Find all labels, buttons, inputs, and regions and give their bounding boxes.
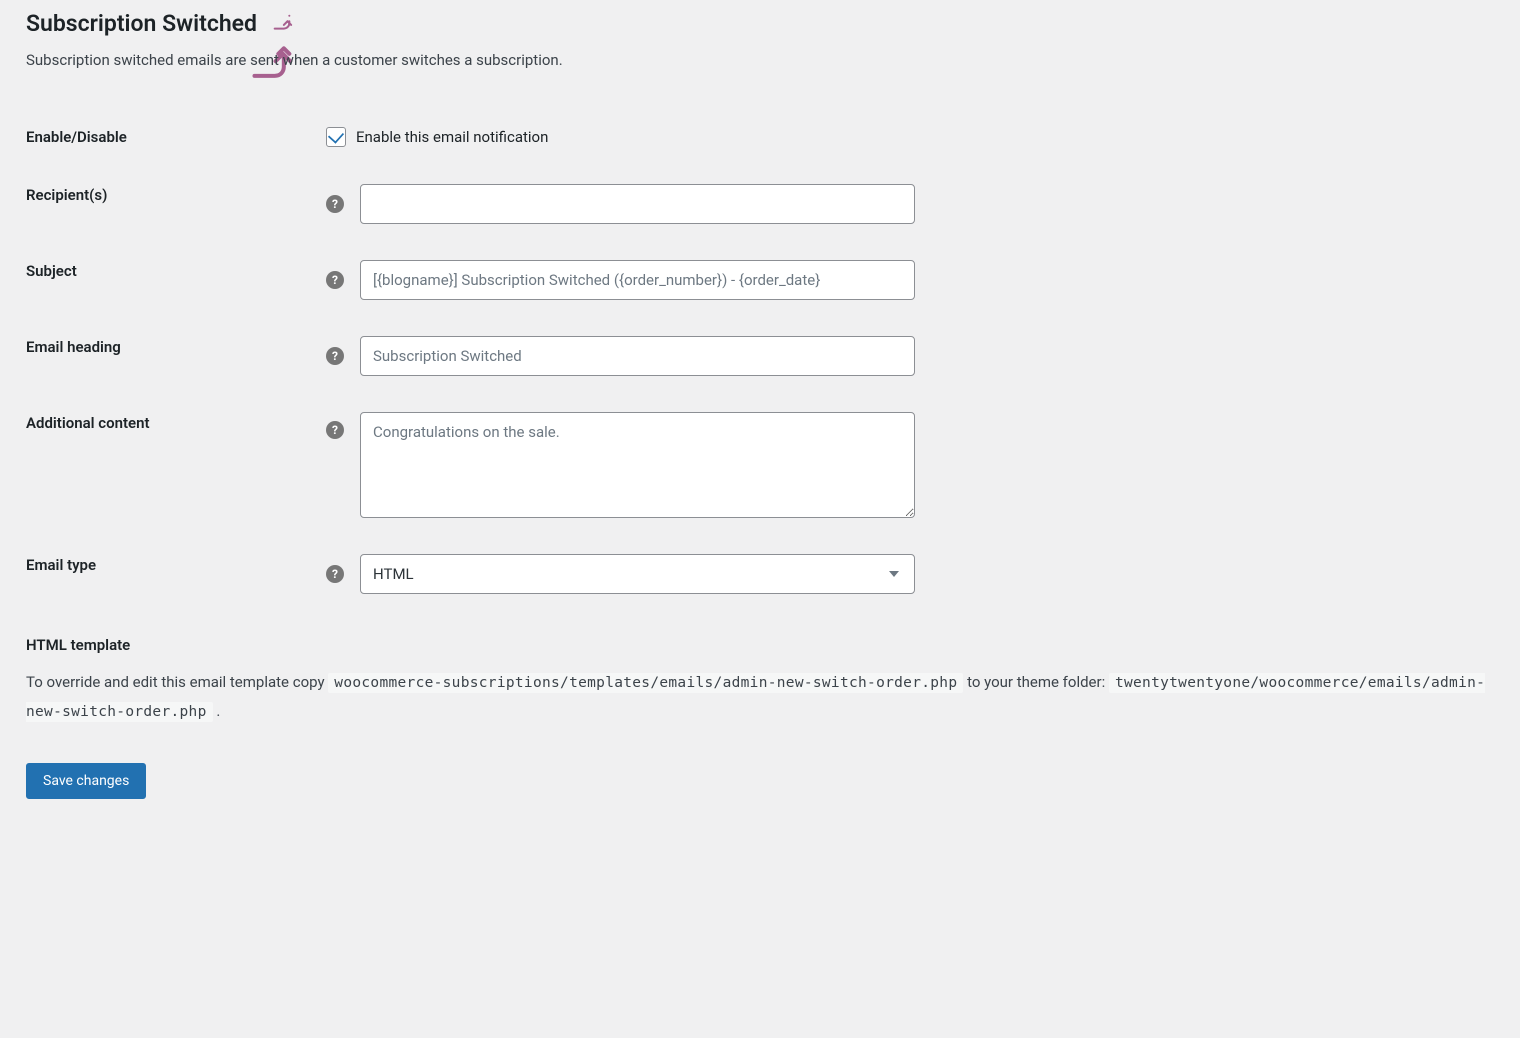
page-title: Subscription Switched [26, 10, 1494, 37]
help-icon[interactable] [326, 347, 344, 365]
enable-checkbox-row[interactable]: Enable this email notification [326, 127, 1484, 147]
email-heading-label: Email heading [26, 318, 316, 394]
return-icon[interactable] [271, 13, 293, 35]
recipients-label: Recipient(s) [26, 166, 316, 242]
subject-label: Subject [26, 242, 316, 318]
additional-content-label: Additional content [26, 394, 316, 536]
additional-content-textarea[interactable] [360, 412, 915, 518]
help-icon[interactable] [326, 271, 344, 289]
enable-checkbox-label: Enable this email notification [356, 128, 548, 146]
email-type-select[interactable]: HTML [360, 554, 915, 594]
enable-checkbox[interactable] [326, 127, 346, 147]
template-heading: HTML template [26, 636, 1494, 654]
help-icon[interactable] [326, 421, 344, 439]
page-description: Subscription switched emails are sent wh… [26, 49, 1494, 72]
help-icon[interactable] [326, 565, 344, 583]
help-icon[interactable] [326, 195, 344, 213]
template-source-path: woocommerce-subscriptions/templates/emai… [328, 673, 963, 693]
email-heading-input[interactable] [360, 336, 915, 376]
recipients-input[interactable] [360, 184, 915, 224]
save-button[interactable]: Save changes [26, 763, 146, 799]
template-description: To override and edit this email template… [26, 668, 1494, 727]
enable-label: Enable/Disable [26, 108, 316, 166]
page-title-text: Subscription Switched [26, 10, 257, 37]
subject-input[interactable] [360, 260, 915, 300]
email-type-label: Email type [26, 536, 316, 612]
